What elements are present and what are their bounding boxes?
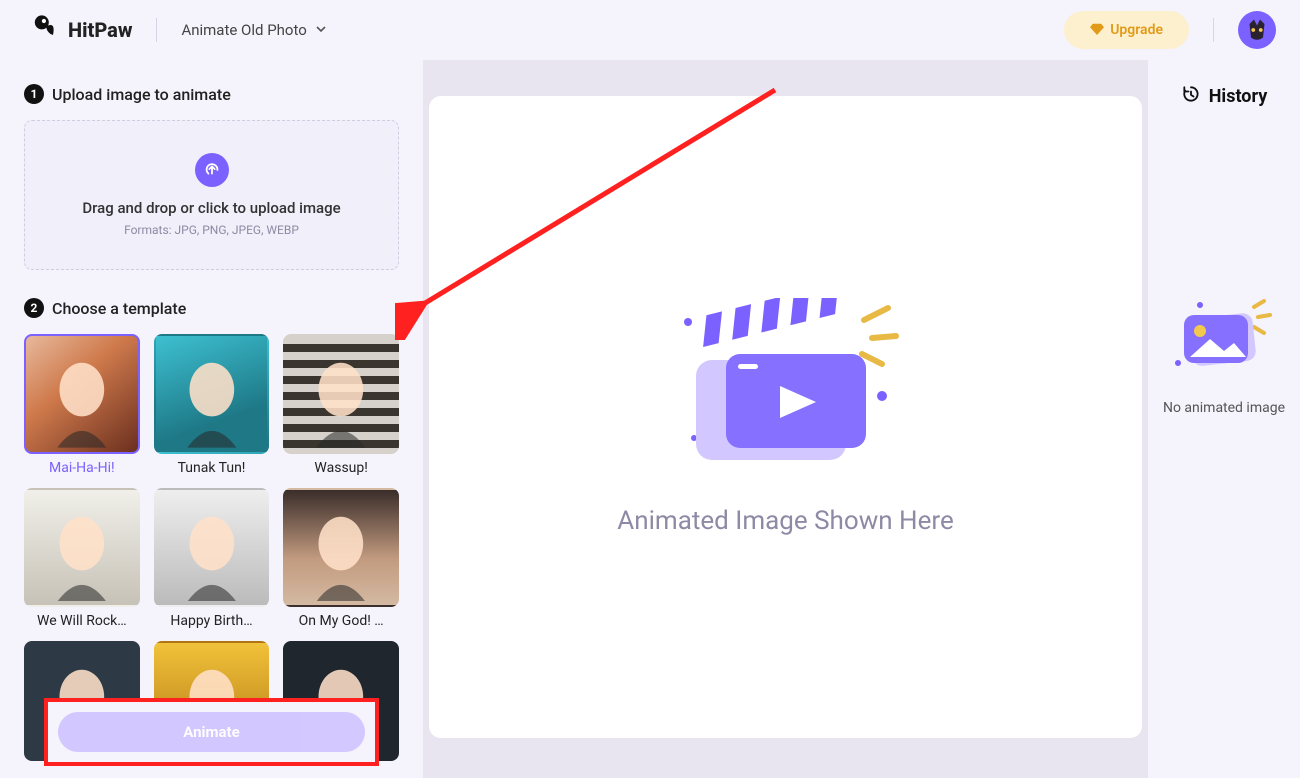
upgrade-button[interactable]: Upgrade [1064,11,1189,49]
history-empty-state: No animated image [1163,299,1285,419]
upgrade-label: Upgrade [1110,22,1163,38]
template-thumbnail [24,488,140,608]
upload-zone[interactable]: Drag and drop or click to upload image F… [24,120,399,270]
left-panel: 1 Upload image to animate Drag and drop … [0,60,423,778]
mode-label: Animate Old Photo [181,21,306,39]
diamond-icon [1090,21,1104,39]
mode-select[interactable]: Animate Old Photo [181,21,326,39]
history-clock-icon [1181,84,1201,109]
animate-button-label: Animate [183,723,239,741]
template-thumbnail [24,334,140,454]
brand-name: HitPaw [68,18,132,42]
template-label: On My God! … [283,613,399,629]
template-thumbnail [283,488,399,608]
template-card[interactable]: Wassup! [283,334,399,476]
step-1-heading: 1 Upload image to animate [24,84,399,104]
template-label: Mai-Ha-Hi! [24,460,140,476]
template-label: Wassup! [283,460,399,476]
upload-cta-text: Drag and drop or click to upload image [82,199,340,217]
template-thumbnail [283,334,399,454]
template-thumbnail [154,488,270,608]
divider [1213,18,1214,42]
preview-stage: Animated Image Shown Here [429,96,1142,738]
brand-logo-icon [32,14,60,46]
center-panel: Animated Image Shown Here [423,60,1148,778]
empty-photo-icon [1174,299,1274,383]
history-heading-label: History [1209,86,1268,107]
annotation-red-box: Animate [44,698,379,766]
history-heading: History [1181,84,1268,109]
step-number-1: 1 [24,84,44,104]
template-card[interactable]: On My God! … [283,488,399,630]
template-label: Happy Birth… [154,613,270,629]
history-panel: History No animated image [1148,60,1300,778]
step-2-heading: 2 Choose a template [24,298,399,318]
stage-placeholder-text: Animated Image Shown Here [617,506,953,536]
template-label: Tunak Tun! [154,460,270,476]
template-label: We Will Rock… [24,613,140,629]
brand: HitPaw [32,14,132,46]
step-number-2: 2 [24,298,44,318]
template-card[interactable]: We Will Rock… [24,488,140,630]
animate-button[interactable]: Animate [58,712,365,752]
template-thumbnail [154,334,270,454]
avatar[interactable] [1238,11,1276,49]
divider [156,18,157,42]
step-1-title: Upload image to animate [52,85,231,104]
upload-cloud-icon [195,153,229,187]
template-card[interactable]: Tunak Tun! [154,334,270,476]
chevron-down-icon [315,21,327,39]
template-card[interactable]: Happy Birth… [154,488,270,630]
clapperboard-play-icon [656,298,916,482]
step-2-title: Choose a template [52,299,186,318]
template-card[interactable]: Mai-Ha-Hi! [24,334,140,476]
history-empty-text: No animated image [1163,399,1285,419]
upload-formats-text: Formats: JPG, PNG, JPEG, WEBP [124,223,299,237]
